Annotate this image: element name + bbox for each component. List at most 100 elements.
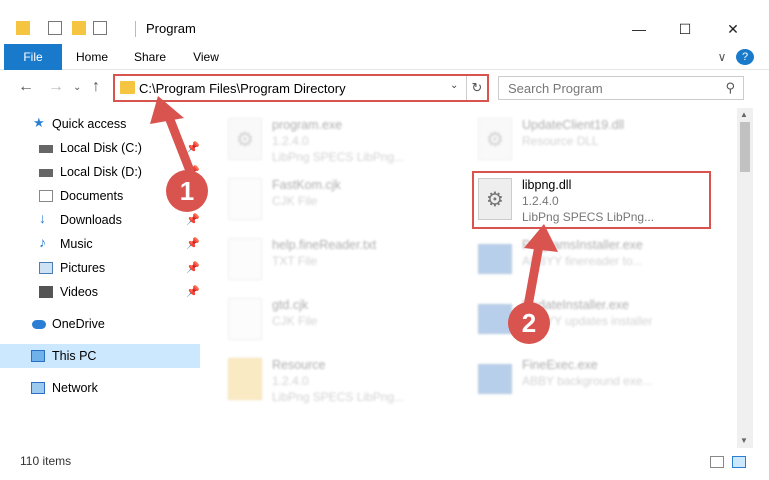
help-icon[interactable]: ? <box>736 49 754 65</box>
scrollbar-thumb[interactable] <box>740 122 750 172</box>
pin-icon[interactable]: 📌 <box>186 141 200 154</box>
new-folder-icon[interactable] <box>72 21 86 35</box>
title-separator <box>135 21 136 37</box>
sidebar-item-label: Quick access <box>52 117 127 131</box>
sidebar-item-label: Downloads <box>60 213 122 227</box>
pictures-icon <box>39 262 53 274</box>
vertical-scrollbar[interactable]: ▲ ▼ <box>737 108 753 448</box>
document-icon <box>228 178 262 220</box>
ribbon-expand-icon[interactable]: ∨ <box>712 44 732 70</box>
status-bar: 110 items <box>0 448 769 480</box>
sidebar-item-pictures[interactable]: Pictures 📌 <box>0 256 200 280</box>
search-box[interactable]: Search Program ⚲ <box>498 76 744 100</box>
minimize-button[interactable]: — <box>616 15 662 43</box>
sidebar-item-quick-access[interactable]: ★ Quick access <box>0 112 200 136</box>
libpng-highlight-box <box>472 171 711 229</box>
file-name: gtd.cjk <box>272 298 309 312</box>
file-list: program.exe 1.2.4.0 LibPng SPECS LibPng.… <box>200 108 737 446</box>
sidebar-item-network[interactable]: Network <box>0 376 200 400</box>
address-bar-row: ← → ⌄ ↑ C:\Program Files\Program Directo… <box>0 70 769 104</box>
tab-home[interactable]: Home <box>70 44 114 70</box>
sidebar-item-label: Music <box>60 237 93 251</box>
drive-icon <box>39 169 53 177</box>
address-bar[interactable]: C:\Program Files\Program Directory ⌄ ↻ <box>113 74 489 102</box>
tab-view[interactable]: View <box>184 44 228 70</box>
file-name: FineExec.exe <box>522 358 598 372</box>
application-icon <box>478 304 512 334</box>
file-detail: ABBY background exe... <box>522 374 653 388</box>
file-detail: TXT File <box>272 254 318 268</box>
file-name: program.exe <box>272 118 343 132</box>
customize-qat-icon[interactable] <box>93 21 107 35</box>
file-name: help.fineReader.txt <box>272 238 377 252</box>
file-item[interactable]: help.fineReader.txt TXT File <box>228 234 468 290</box>
file-item[interactable]: UpdateClient19.dll Resource DLL <box>478 114 718 170</box>
search-icon[interactable]: ⚲ <box>725 80 735 96</box>
computer-icon <box>31 350 45 362</box>
sidebar-item-onedrive[interactable]: OneDrive <box>0 312 200 336</box>
address-dropdown-icon[interactable]: ⌄ <box>450 80 458 91</box>
ribbon-tabs: File Home Share View ∨ ? <box>0 44 769 70</box>
sidebar-item-label: Local Disk (C:) <box>60 141 142 155</box>
search-input[interactable]: Search Program <box>508 81 603 96</box>
drive-icon <box>39 145 53 153</box>
music-icon: ♪ <box>39 234 46 250</box>
videos-icon <box>39 286 53 298</box>
sidebar-item-music[interactable]: ♪ Music 📌 <box>0 232 200 256</box>
folder-icon <box>120 81 135 94</box>
refresh-icon[interactable]: ↻ <box>466 76 487 100</box>
forward-arrow-icon[interactable]: → <box>48 78 64 96</box>
star-icon: ★ <box>33 115 45 130</box>
file-item[interactable]: FastKom.cjk CJK File <box>228 174 468 230</box>
tab-share[interactable]: Share <box>128 44 172 70</box>
network-icon <box>31 382 45 394</box>
address-path[interactable]: C:\Program Files\Program Directory <box>139 81 346 96</box>
application-icon <box>478 364 512 394</box>
file-item[interactable]: ProgramsInstaller.exe ABBYY finereader t… <box>478 234 718 290</box>
large-icons-view-icon[interactable] <box>732 456 746 468</box>
properties-icon[interactable] <box>48 21 62 35</box>
pin-icon[interactable]: 📌 <box>186 213 200 226</box>
file-detail: CJK File <box>272 194 318 208</box>
window-title: Program <box>146 21 196 36</box>
file-name: UpdateClient19.dll <box>522 118 625 132</box>
maximize-button[interactable]: ☐ <box>662 15 708 43</box>
cloud-icon <box>32 320 46 329</box>
sidebar-item-local-disk-c[interactable]: Local Disk (C:) 📌 <box>0 136 200 160</box>
file-name: FastKom.cjk <box>272 178 341 192</box>
details-view-icon[interactable] <box>710 456 724 468</box>
sidebar-item-label: Local Disk (D:) <box>60 165 142 179</box>
step-2-badge: 2 <box>508 302 550 344</box>
application-icon <box>228 118 262 160</box>
application-icon <box>478 244 512 274</box>
file-item[interactable]: FineExec.exe ABBY background exe... <box>478 354 718 410</box>
file-item[interactable]: program.exe 1.2.4.0 LibPng SPECS LibPng.… <box>228 114 468 170</box>
sidebar-item-label: OneDrive <box>52 317 105 331</box>
back-arrow-icon[interactable]: ← <box>18 78 34 96</box>
recent-locations-icon[interactable]: ⌄ <box>73 82 81 93</box>
sidebar-item-videos[interactable]: Videos 📌 <box>0 280 200 304</box>
pin-icon[interactable]: 📌 <box>186 237 200 250</box>
sidebar-item-label: Pictures <box>60 261 106 275</box>
download-icon: ↓ <box>39 210 46 226</box>
up-arrow-icon[interactable]: ↑ <box>92 78 100 96</box>
file-detail: 1.2.4.0 <box>272 374 309 388</box>
scroll-up-icon[interactable]: ▲ <box>740 110 748 119</box>
close-button[interactable]: ✕ <box>710 15 756 43</box>
pin-icon[interactable]: 📌 <box>186 285 200 298</box>
document-icon <box>228 298 262 340</box>
sidebar-item-label: Network <box>52 381 98 395</box>
sidebar-item-downloads[interactable]: ↓ Downloads 📌 <box>0 208 200 232</box>
file-detail: LibPng SPECS LibPng... <box>272 390 405 404</box>
step-1-badge: 1 <box>166 170 208 212</box>
file-item[interactable]: gtd.cjk CJK File <box>228 294 468 350</box>
document-icon <box>228 238 262 280</box>
scroll-down-icon[interactable]: ▼ <box>740 436 748 445</box>
file-item[interactable]: Resource 1.2.4.0 LibPng SPECS LibPng... <box>228 354 468 410</box>
pin-icon[interactable]: 📌 <box>186 261 200 274</box>
title-bar: Program — ☐ ✕ <box>0 0 769 44</box>
file-detail: 1.2.4.0 <box>272 134 309 148</box>
tab-file[interactable]: File <box>4 44 62 70</box>
sidebar-item-this-pc[interactable]: This PC <box>0 344 200 368</box>
sidebar-item-label: Documents <box>60 189 124 203</box>
